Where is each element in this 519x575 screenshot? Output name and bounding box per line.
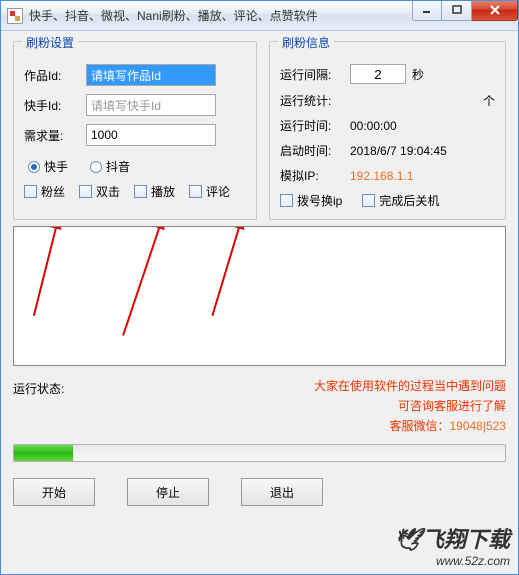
status-line3: 客服微信：19048|523 — [83, 416, 506, 436]
interval-unit: 秒 — [412, 66, 424, 83]
status-label: 运行状态: — [13, 376, 73, 397]
radio-icon — [90, 161, 102, 173]
radio-icon — [28, 161, 40, 173]
stats-unit: 个 — [483, 92, 495, 109]
ks-id-input[interactable] — [86, 94, 216, 116]
app-icon — [7, 8, 23, 24]
checkbox-fans[interactable]: 粉丝 — [24, 183, 65, 200]
status-row: 运行状态: 大家在使用软件的过程当中遇到问题 可咨询客服进行了解 客服微信：19… — [13, 376, 506, 436]
radio-kuaishou-label: 快手 — [44, 158, 68, 175]
checkbox-icon — [134, 185, 147, 198]
settings-title: 刷粉设置 — [22, 34, 78, 51]
status-line1: 大家在使用软件的过程当中遇到问题 — [83, 376, 506, 396]
cb-double-label: 双击 — [96, 183, 120, 200]
start-row: 启动时间: 2018/6/7 19:04:45 — [280, 142, 495, 159]
radio-douyin[interactable]: 抖音 — [90, 158, 130, 175]
exit-button[interactable]: 退出 — [241, 478, 323, 506]
checkbox-icon — [362, 194, 375, 207]
ip-label: 模拟IP: — [280, 167, 344, 184]
runtime-value: 00:00:00 — [350, 119, 495, 133]
start-label: 启动时间: — [280, 142, 344, 159]
checkbox-icon — [189, 185, 202, 198]
log-box[interactable] — [13, 226, 506, 366]
close-icon — [489, 5, 501, 15]
status-line2: 可咨询客服进行了解 — [83, 396, 506, 416]
stop-button[interactable]: 停止 — [127, 478, 209, 506]
status-text: 大家在使用软件的过程当中遇到问题 可咨询客服进行了解 客服微信：19048|52… — [83, 376, 506, 436]
ks-id-row: 快手Id: — [24, 94, 246, 116]
cb-fans-label: 粉丝 — [41, 183, 65, 200]
settings-group: 刷粉设置 作品Id: 快手Id: 需求量: 快手 — [13, 41, 257, 220]
cb-play-label: 播放 — [151, 183, 175, 200]
interval-row: 运行间隔: 秒 — [280, 64, 495, 84]
cb-comment-label: 评论 — [206, 183, 230, 200]
action-buttons: 开始 停止 退出 — [13, 478, 506, 506]
runtime-label: 运行时间: — [280, 117, 344, 134]
start-button[interactable]: 开始 — [13, 478, 95, 506]
close-button[interactable] — [472, 1, 518, 21]
maximize-icon — [452, 5, 462, 15]
annotation-arrows — [14, 227, 505, 365]
radio-kuaishou[interactable]: 快手 — [28, 158, 68, 175]
interval-label: 运行间隔: — [280, 66, 344, 83]
checkbox-icon — [280, 194, 293, 207]
work-id-input[interactable] — [86, 64, 216, 86]
info-title: 刷粉信息 — [278, 34, 334, 51]
cb-dial-label: 拨号换ip — [297, 192, 342, 209]
window-controls — [412, 1, 518, 21]
top-panels: 刷粉设置 作品Id: 快手Id: 需求量: 快手 — [13, 41, 506, 220]
checkbox-shutdown[interactable]: 完成后关机 — [362, 192, 439, 209]
progress-fill — [14, 445, 73, 461]
ip-row: 模拟IP: 192.168.1.1 — [280, 167, 495, 184]
titlebar: 快手、抖音、微视、Nani刷粉、播放、评论、点赞软件 — [1, 1, 518, 31]
maximize-button[interactable] — [442, 1, 472, 21]
minimize-icon — [422, 5, 432, 15]
demand-input[interactable] — [86, 124, 216, 146]
window-title: 快手、抖音、微视、Nani刷粉、播放、评论、点赞软件 — [29, 7, 412, 24]
app-window: 快手、抖音、微视、Nani刷粉、播放、评论、点赞软件 刷粉设置 作品Id: — [0, 0, 519, 575]
demand-row: 需求量: — [24, 124, 246, 146]
checkbox-double[interactable]: 双击 — [79, 183, 120, 200]
action-checkboxes: 粉丝 双击 播放 评论 — [24, 183, 246, 200]
cb-shutdown-label: 完成后关机 — [379, 192, 439, 209]
interval-input[interactable] — [350, 64, 406, 84]
radio-douyin-label: 抖音 — [106, 158, 130, 175]
content-area: 刷粉设置 作品Id: 快手Id: 需求量: 快手 — [1, 31, 518, 574]
work-id-label: 作品Id: — [24, 67, 78, 84]
checkbox-play[interactable]: 播放 — [134, 183, 175, 200]
stats-label: 运行统计: — [280, 92, 344, 109]
checkbox-icon — [79, 185, 92, 198]
ip-value: 192.168.1.1 — [350, 169, 495, 183]
checkbox-comment[interactable]: 评论 — [189, 183, 230, 200]
runtime-row: 运行时间: 00:00:00 — [280, 117, 495, 134]
progress-bar — [13, 444, 506, 462]
info-group: 刷粉信息 运行间隔: 秒 运行统计: 个 运行时间: 00:00:00 启动时间… — [269, 41, 506, 220]
demand-label: 需求量: — [24, 127, 78, 144]
ks-id-label: 快手Id: — [24, 97, 78, 114]
minimize-button[interactable] — [412, 1, 442, 21]
work-id-row: 作品Id: — [24, 64, 246, 86]
platform-radios: 快手 抖音 — [28, 158, 246, 175]
info-checkboxes: 拨号换ip 完成后关机 — [280, 192, 495, 209]
start-value: 2018/6/7 19:04:45 — [350, 144, 495, 158]
checkbox-icon — [24, 185, 37, 198]
stats-row: 运行统计: 个 — [280, 92, 495, 109]
checkbox-dial[interactable]: 拨号换ip — [280, 192, 342, 209]
